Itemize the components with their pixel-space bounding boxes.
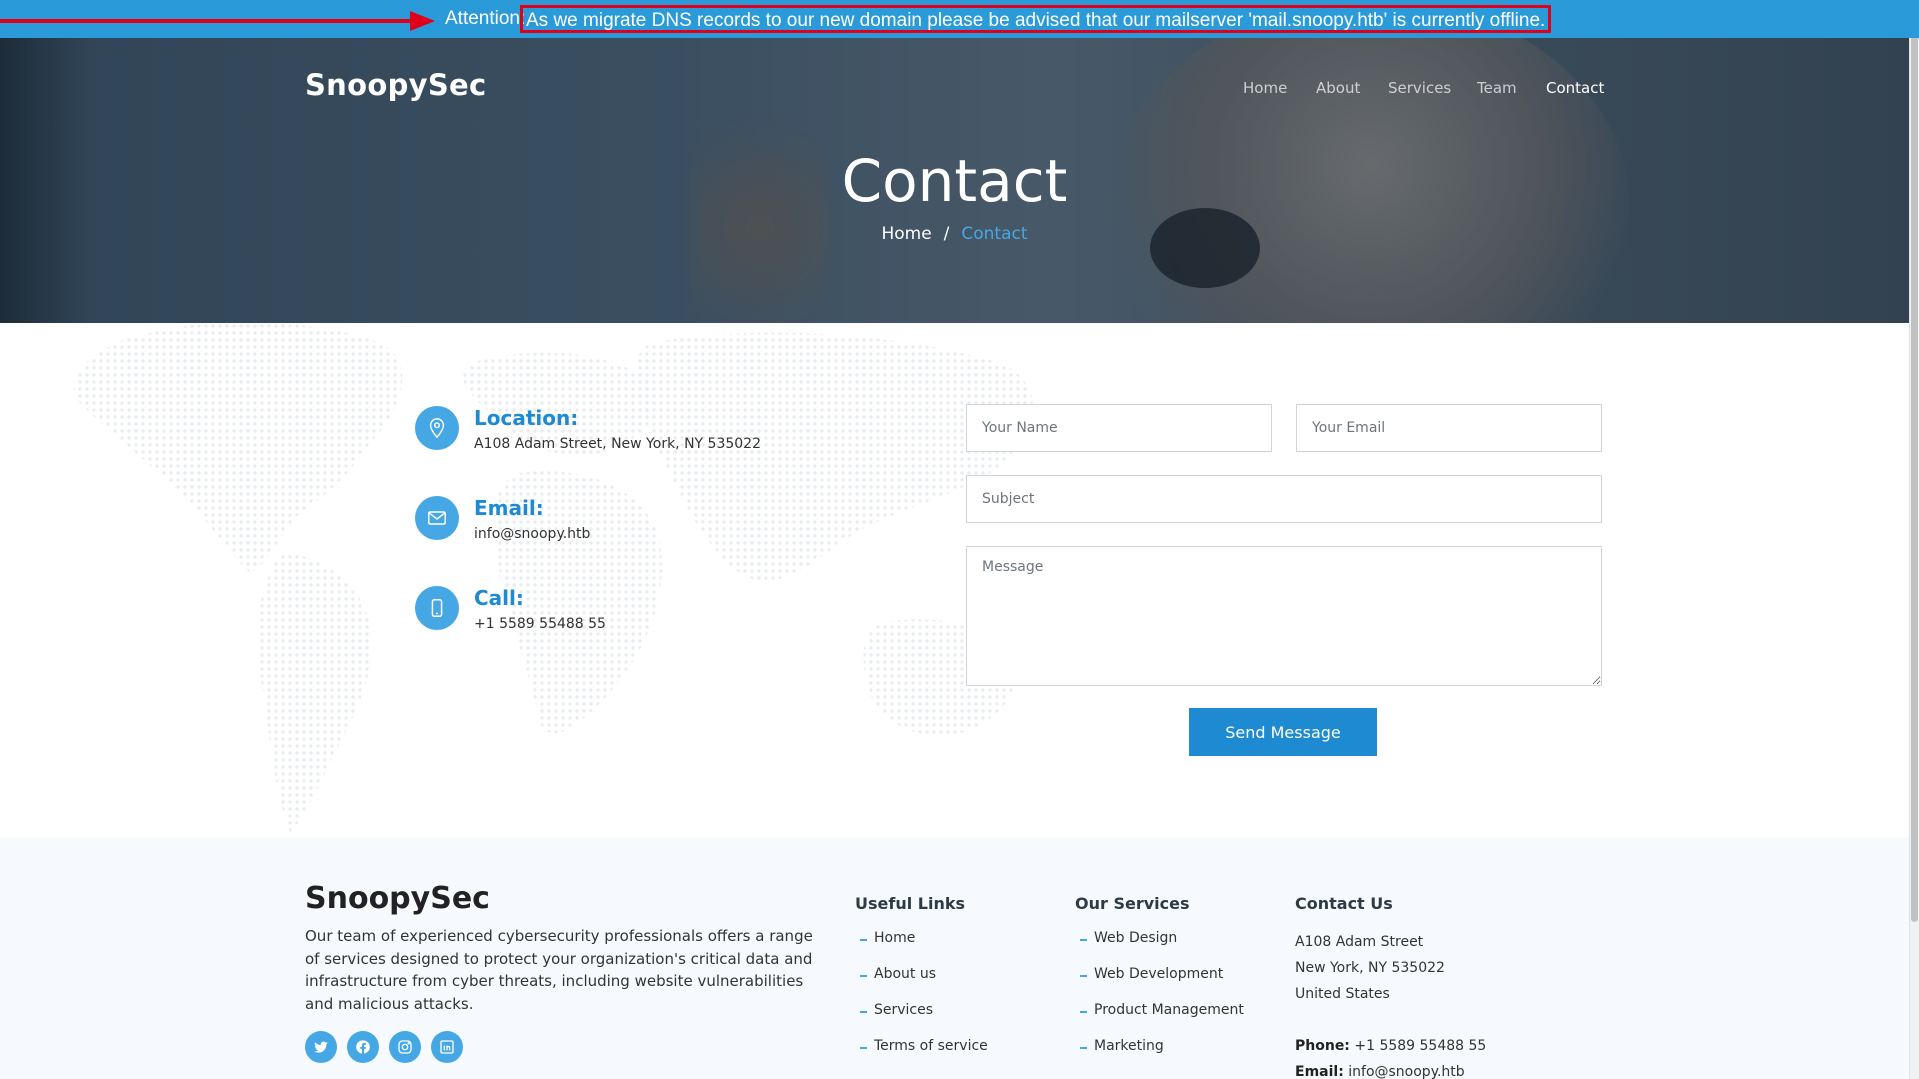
footer-service-marketing[interactable]: Marketing — [1075, 1038, 1305, 1074]
call-title: Call: — [474, 586, 524, 610]
breadcrumb-separator: / — [943, 224, 950, 244]
breadcrumb: Home / Contact — [0, 224, 1909, 244]
footer-logo[interactable]: SnoopySec — [305, 881, 490, 916]
breadcrumb-current: Contact — [961, 224, 1028, 244]
contact-email: Email: info@snoopy.htb — [415, 496, 835, 556]
dash-icon — [860, 939, 867, 941]
attention-label: Attention: — [445, 8, 526, 29]
footer-link-label: About us — [874, 966, 937, 982]
phone-icon — [415, 586, 459, 630]
location-value: A108 Adam Street, New York, NY 535022 — [474, 436, 761, 452]
our-services-column: Our Services Web Design Web Development … — [1075, 894, 1244, 1054]
footer-service-label: Web Development — [1094, 966, 1224, 982]
footer-phone: Phone: +1 5589 55488 55 — [1295, 1038, 1486, 1054]
world-map-background — [74, 323, 1033, 833]
envelope-icon — [415, 496, 459, 540]
nav-home[interactable]: Home — [1243, 79, 1287, 97]
hero-banner: SnoopySec Home About Services Team Conta… — [0, 38, 1909, 323]
useful-links-column: Useful Links Home About us Services Term… — [855, 894, 988, 1054]
attention-bar: Attention: As we migrate DNS records to … — [0, 0, 1919, 38]
footer-service-product-management[interactable]: Product Management — [1075, 1002, 1305, 1038]
footer-service-web-development[interactable]: Web Development — [1075, 966, 1305, 1002]
linkedin-icon[interactable] — [431, 1031, 463, 1063]
annotation-arrow-line — [0, 19, 415, 23]
footer-service-label: Marketing — [1094, 1038, 1164, 1054]
dash-icon — [1080, 1047, 1087, 1049]
our-services-list: Web Design Web Development Product Manag… — [1075, 930, 1305, 1074]
useful-links-list: Home About us Services Terms of service — [855, 930, 1085, 1074]
dash-icon — [860, 975, 867, 977]
footer-service-label: Web Design — [1094, 930, 1178, 946]
footer-address-line1: A108 Adam Street — [1295, 934, 1424, 950]
nav-team[interactable]: Team — [1477, 79, 1517, 97]
nav-services[interactable]: Services — [1388, 79, 1451, 97]
email-label: Email: — [1295, 1064, 1344, 1079]
footer-link-services[interactable]: Services — [855, 1002, 1085, 1038]
footer-link-about[interactable]: About us — [855, 966, 1085, 1002]
contact-us-title: Contact Us — [1295, 894, 1393, 913]
useful-links-title: Useful Links — [855, 894, 966, 913]
breadcrumb-home[interactable]: Home — [881, 224, 931, 244]
footer-address-line2: New York, NY 535022 — [1295, 960, 1445, 976]
contact-call: Call: +1 5589 55488 55 — [415, 586, 835, 646]
footer-address-line3: United States — [1295, 986, 1390, 1002]
footer-link-terms[interactable]: Terms of service — [855, 1038, 1085, 1074]
twitter-icon[interactable] — [305, 1031, 337, 1063]
email-value: info@snoopy.htb — [474, 526, 591, 542]
email-value-footer[interactable]: info@snoopy.htb — [1348, 1064, 1464, 1079]
instagram-icon[interactable] — [389, 1031, 421, 1063]
footer-link-home[interactable]: Home — [855, 930, 1085, 966]
name-input[interactable] — [966, 404, 1272, 452]
location-title: Location: — [474, 406, 579, 430]
facebook-icon[interactable] — [347, 1031, 379, 1063]
dash-icon — [860, 1011, 867, 1013]
dash-icon — [1080, 939, 1087, 941]
footer-email: Email: info@snoopy.htb — [1295, 1064, 1465, 1079]
contact-section: Location: A108 Adam Street, New York, NY… — [0, 323, 1909, 837]
phone-value: +1 5589 55488 55 — [1354, 1038, 1487, 1054]
phone-label: Phone: — [1295, 1038, 1350, 1054]
annotation-arrow-head — [410, 11, 435, 31]
email-title: Email: — [474, 496, 544, 520]
email-input[interactable] — [1296, 404, 1602, 452]
footer-service-label: Product Management — [1094, 1002, 1244, 1018]
footer-link-label: Home — [874, 930, 916, 946]
footer-service-web-design[interactable]: Web Design — [1075, 930, 1305, 966]
scrollbar-thumb[interactable] — [1911, 0, 1918, 922]
contact-location: Location: A108 Adam Street, New York, NY… — [415, 406, 835, 466]
map-pin-icon — [415, 406, 459, 450]
subject-input[interactable] — [966, 475, 1602, 523]
send-message-button[interactable]: Send Message — [1189, 708, 1377, 756]
call-value: +1 5589 55488 55 — [474, 616, 606, 632]
dash-icon — [1080, 1011, 1087, 1013]
footer-contact-column: Contact Us A108 Adam Street New York, NY… — [1295, 894, 1595, 1079]
main-nav: Home About Services Team Contact — [0, 79, 1909, 101]
nav-about[interactable]: About — [1316, 79, 1360, 97]
nav-contact[interactable]: Contact — [1546, 79, 1604, 97]
footer-link-label: Services — [874, 1002, 934, 1018]
dash-icon — [860, 1047, 867, 1049]
attention-message: As we migrate DNS records to our new dom… — [520, 5, 1552, 33]
page-title: Contact — [841, 147, 1068, 215]
message-textarea[interactable] — [966, 546, 1602, 686]
footer-about-text: Our team of experienced cybersecurity pr… — [305, 927, 813, 1013]
dash-icon — [1080, 975, 1087, 977]
our-services-title: Our Services — [1075, 894, 1190, 913]
footer-link-label: Terms of service — [874, 1038, 988, 1054]
site-footer: SnoopySec Our team of experienced cybers… — [0, 837, 1909, 1079]
